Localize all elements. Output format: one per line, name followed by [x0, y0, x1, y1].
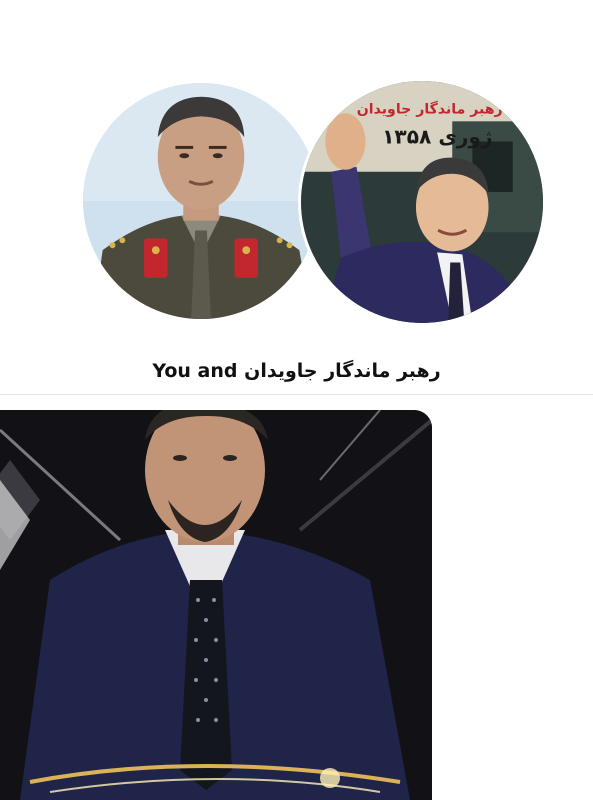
- military-officer-photo: [83, 83, 319, 319]
- waving-leader-avatar[interactable]: رهبر ماندگار جاویدان ۱۳۵۸ ژوری: [298, 78, 546, 326]
- waving-leader-photo: رهبر ماندگار جاویدان ۱۳۵۸ ژوری: [301, 81, 543, 323]
- participant-avatars: رهبر ماندگار جاویدان ۱۳۵۸ ژوری: [0, 0, 593, 340]
- poster-text-line2: ۱۳۵۸ ژوری: [382, 125, 492, 149]
- military-officer-avatar[interactable]: [80, 80, 322, 322]
- shared-photo[interactable]: [0, 410, 432, 800]
- conversation-participants-caption: رهبر ماندگار جاویدان You and: [152, 360, 441, 382]
- man-in-suit-photo: [0, 410, 432, 800]
- section-divider: [0, 394, 593, 395]
- poster-text-line1: رهبر ماندگار جاویدان: [357, 100, 503, 117]
